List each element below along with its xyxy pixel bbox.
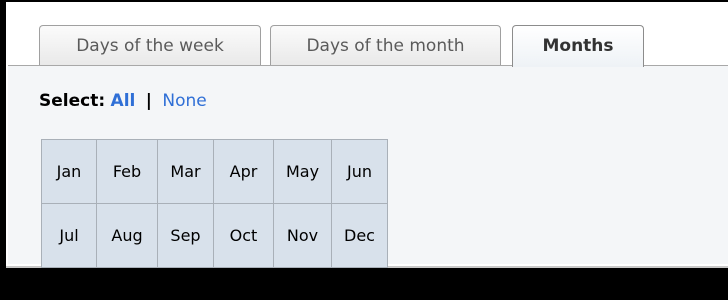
month-cell-oct[interactable]: Oct	[213, 203, 274, 268]
month-cell-mar[interactable]: Mar	[157, 139, 214, 204]
months-row: Jul Aug Sep Oct Nov Dec	[41, 203, 388, 268]
month-cell-may[interactable]: May	[273, 139, 332, 204]
month-cell-dec[interactable]: Dec	[331, 203, 388, 268]
window-frame: Days of the week Days of the month Month…	[0, 0, 728, 280]
select-row: Select: All | None	[39, 91, 207, 111]
select-label: Select:	[39, 91, 106, 111]
month-cell-jan[interactable]: Jan	[41, 139, 97, 204]
month-cell-apr[interactable]: Apr	[213, 139, 274, 204]
month-cell-jun[interactable]: Jun	[331, 139, 388, 204]
month-cell-aug[interactable]: Aug	[96, 203, 158, 268]
month-cell-nov[interactable]: Nov	[273, 203, 332, 268]
tab-bar: Days of the week Days of the month Month…	[6, 24, 728, 67]
tab-days-of-week[interactable]: Days of the week	[39, 25, 261, 65]
month-cell-feb[interactable]: Feb	[96, 139, 158, 204]
tab-days-of-month[interactable]: Days of the month	[270, 25, 501, 65]
select-all-link[interactable]: All	[111, 91, 136, 111]
month-cell-jul[interactable]: Jul	[41, 203, 97, 268]
tab-months[interactable]: Months	[512, 25, 644, 67]
select-separator: |	[145, 91, 152, 111]
months-row: Jan Feb Mar Apr May Jun	[41, 139, 388, 204]
months-grid: Jan Feb Mar Apr May Jun Jul Aug Sep Oct …	[41, 139, 388, 268]
select-none-link[interactable]: None	[162, 91, 206, 111]
schedule-panel: Days of the week Days of the month Month…	[6, 2, 728, 268]
month-cell-sep[interactable]: Sep	[157, 203, 214, 268]
